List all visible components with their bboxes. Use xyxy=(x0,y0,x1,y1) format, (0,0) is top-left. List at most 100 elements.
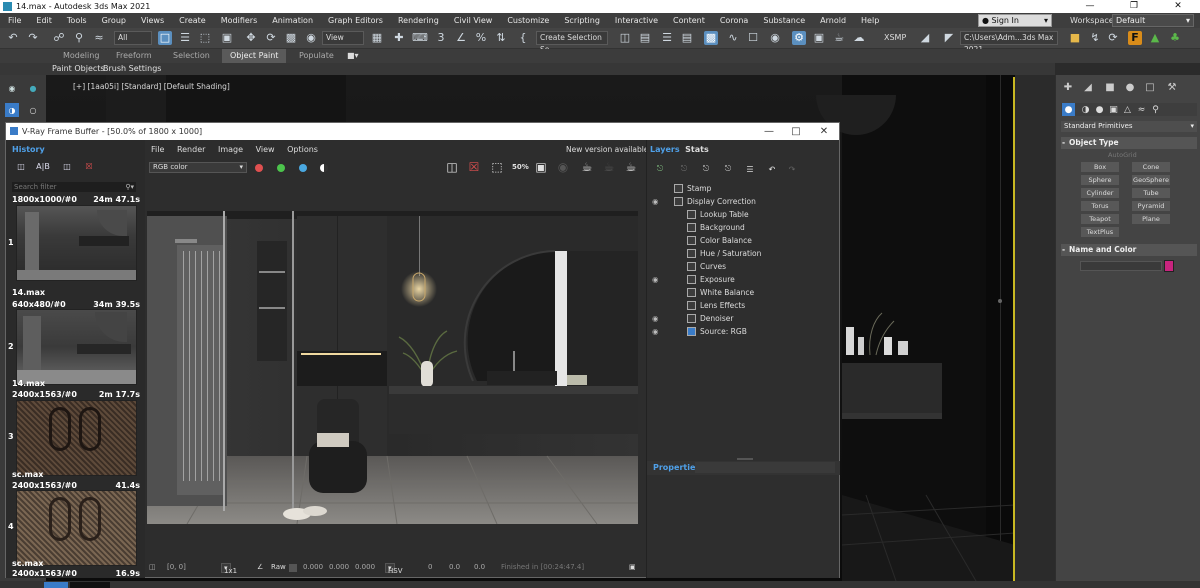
tree-icon[interactable]: ♣ xyxy=(1168,31,1182,45)
geometry-icon[interactable]: ● xyxy=(1062,103,1075,116)
spinner-snap-icon[interactable]: ⇅ xyxy=(494,31,508,45)
layer-row[interactable]: Curves xyxy=(652,260,838,273)
tab-object-paint[interactable]: Object Paint xyxy=(222,49,287,63)
rotate-icon[interactable]: ⟳ xyxy=(264,31,278,45)
history-item-caption[interactable]: 1800x1000/#0 24m 47.1s xyxy=(12,195,140,204)
settings-icon[interactable]: ↯ xyxy=(1088,31,1102,45)
layer-row[interactable]: Color Balance xyxy=(652,234,838,247)
history-item-caption[interactable]: 640x480/#0 34m 39.5s xyxy=(12,300,140,309)
render-in-cloud-icon[interactable]: ☁ xyxy=(852,31,866,45)
render-image[interactable] xyxy=(147,211,638,524)
tab-layers[interactable]: Layers xyxy=(650,145,680,154)
select-manipulate-icon[interactable]: ✚ xyxy=(392,31,406,45)
motion-tab-icon[interactable]: ● xyxy=(1124,82,1136,94)
menu-group[interactable]: Group xyxy=(94,13,133,28)
textplus-button[interactable]: TextPlus xyxy=(1081,227,1119,237)
menu-tools[interactable]: Tools xyxy=(59,13,94,28)
layer-row[interactable]: Background xyxy=(652,221,838,234)
utilities-tab-icon[interactable]: ⚒ xyxy=(1166,82,1178,94)
modify-tab-icon[interactable]: ◢ xyxy=(1082,82,1094,94)
space-warps-icon[interactable]: ≈ xyxy=(1135,103,1148,116)
toggle-ribbon-icon[interactable]: ▩ xyxy=(704,31,718,45)
ab-compare-icon[interactable]: A|B xyxy=(36,160,50,172)
time-slider-handle[interactable] xyxy=(44,582,68,588)
undo-icon[interactable]: ↶ xyxy=(765,162,779,176)
history-thumbnail[interactable] xyxy=(16,490,137,566)
menu-rendering[interactable]: Rendering xyxy=(390,13,446,28)
object-name-input[interactable] xyxy=(1080,261,1162,271)
tube-button[interactable]: Tube xyxy=(1132,188,1170,198)
pyramid-button[interactable]: Pyramid xyxy=(1132,201,1170,211)
menu-content[interactable]: Content xyxy=(665,13,712,28)
vfb-menu-options[interactable]: Options xyxy=(287,145,318,154)
save-layers-icon[interactable]: ⎋ xyxy=(699,162,713,176)
layer-row[interactable]: ◉ Denoiser xyxy=(652,312,838,325)
folder-open-icon[interactable]: ■ xyxy=(1068,31,1082,45)
select-by-name-icon[interactable]: ☰ xyxy=(178,31,192,45)
keyboard-shortcut-icon[interactable]: ⌨ xyxy=(412,31,428,45)
clear-image-icon[interactable]: ☒ xyxy=(467,160,481,174)
render-setup-icon[interactable]: ⚙ xyxy=(792,31,806,45)
vfb-menu-file[interactable]: File xyxy=(151,145,164,154)
menu-views[interactable]: Views xyxy=(133,13,171,28)
angle-snap-icon[interactable]: ∠ xyxy=(454,31,468,45)
cone-button[interactable]: Cone xyxy=(1132,162,1170,172)
menu-edit[interactable]: Edit xyxy=(28,13,59,28)
object-color-swatch[interactable] xyxy=(1164,260,1174,272)
lights-icon[interactable]: ● xyxy=(1093,103,1106,116)
color-picker-icon[interactable]: ∠ xyxy=(257,563,263,571)
vfb-minimize-button[interactable]: — xyxy=(754,123,784,140)
vfb-menu-render[interactable]: Render xyxy=(177,145,205,154)
cameras-icon[interactable]: ▣ xyxy=(1107,103,1120,116)
save-to-history-icon[interactable]: ◫ xyxy=(14,160,28,172)
menu-customize[interactable]: Customize xyxy=(499,13,556,28)
load-history-icon[interactable]: ◫ xyxy=(60,160,74,172)
geosphere-button[interactable]: GeoSphere xyxy=(1132,175,1170,185)
menu-modifiers[interactable]: Modifiers xyxy=(213,13,265,28)
render-production-icon[interactable]: ☕ xyxy=(832,31,846,45)
box-button[interactable]: Box xyxy=(1081,162,1119,172)
splitter-handle[interactable] xyxy=(737,458,753,460)
zoom-select[interactable]: 1x1 ▾ xyxy=(221,563,237,575)
blue-channel-icon[interactable] xyxy=(299,164,307,172)
shape-filter-icon[interactable]: ○ xyxy=(26,103,40,117)
curve-editor-icon[interactable]: ∿ xyxy=(726,31,740,45)
shapes-icon[interactable]: ◑ xyxy=(1079,103,1092,116)
align-icon[interactable]: ▤ xyxy=(638,31,652,45)
percent-snap-icon[interactable]: % xyxy=(474,31,488,45)
history-item-caption[interactable]: 2400x1563/#0 2m 17.7s xyxy=(12,390,140,399)
refresh-icon[interactable]: ⟳ xyxy=(1106,31,1120,45)
red-channel-icon[interactable] xyxy=(255,164,263,172)
menu-file[interactable]: File xyxy=(0,13,28,28)
teapot-button[interactable]: Teapot xyxy=(1081,214,1119,224)
reference-coordinate-dropdown[interactable]: View xyxy=(322,31,364,45)
display-tab-icon[interactable]: □ xyxy=(1144,82,1156,94)
cylinder-button[interactable]: Cylinder xyxy=(1081,188,1119,198)
history-thumbnail[interactable] xyxy=(16,400,137,476)
history-search-input[interactable]: Search filter ⚲▾ xyxy=(12,182,136,192)
tab-freeform[interactable]: Freeform xyxy=(116,49,152,63)
menu-substance[interactable]: Substance xyxy=(755,13,812,28)
remove-history-icon[interactable]: ☒ xyxy=(82,160,96,172)
fit-view-icon[interactable]: ▣ xyxy=(534,160,548,174)
material-editor-icon[interactable]: ◉ xyxy=(768,31,782,45)
select-object-icon[interactable]: □ xyxy=(158,31,172,45)
layer-row[interactable]: ◉ Source: RGB xyxy=(652,325,838,338)
eye-icon[interactable]: ◉ xyxy=(5,81,19,95)
eye-icon[interactable]: ◉ xyxy=(652,273,662,286)
vfb-close-button[interactable]: ✕ xyxy=(809,123,839,140)
rendered-frame-window-icon[interactable]: ▣ xyxy=(812,31,826,45)
channel-select[interactable]: RGB color ▾ xyxy=(149,162,247,173)
viewport-label[interactable]: [+] [1aa05i] [Standard] [Default Shading… xyxy=(73,82,230,91)
move-icon[interactable]: ✥ xyxy=(244,31,258,45)
color-mode-select[interactable]: HSV ▾ xyxy=(385,563,403,575)
snaps-toggle-icon[interactable]: 3 xyxy=(434,31,448,45)
render-interactive-icon[interactable]: ☕ xyxy=(580,160,594,174)
helpers-icon[interactable]: △ xyxy=(1121,103,1134,116)
layer-row[interactable]: ◉ Exposure xyxy=(652,273,838,286)
place-icon[interactable]: ◉ xyxy=(304,31,318,45)
bind-space-warp-icon[interactable]: ≈ xyxy=(92,31,106,45)
undo-icon[interactable]: ↶ xyxy=(6,31,20,45)
scene-explorer-icon[interactable]: ☰ xyxy=(660,31,674,45)
menu-create[interactable]: Create xyxy=(171,13,213,28)
